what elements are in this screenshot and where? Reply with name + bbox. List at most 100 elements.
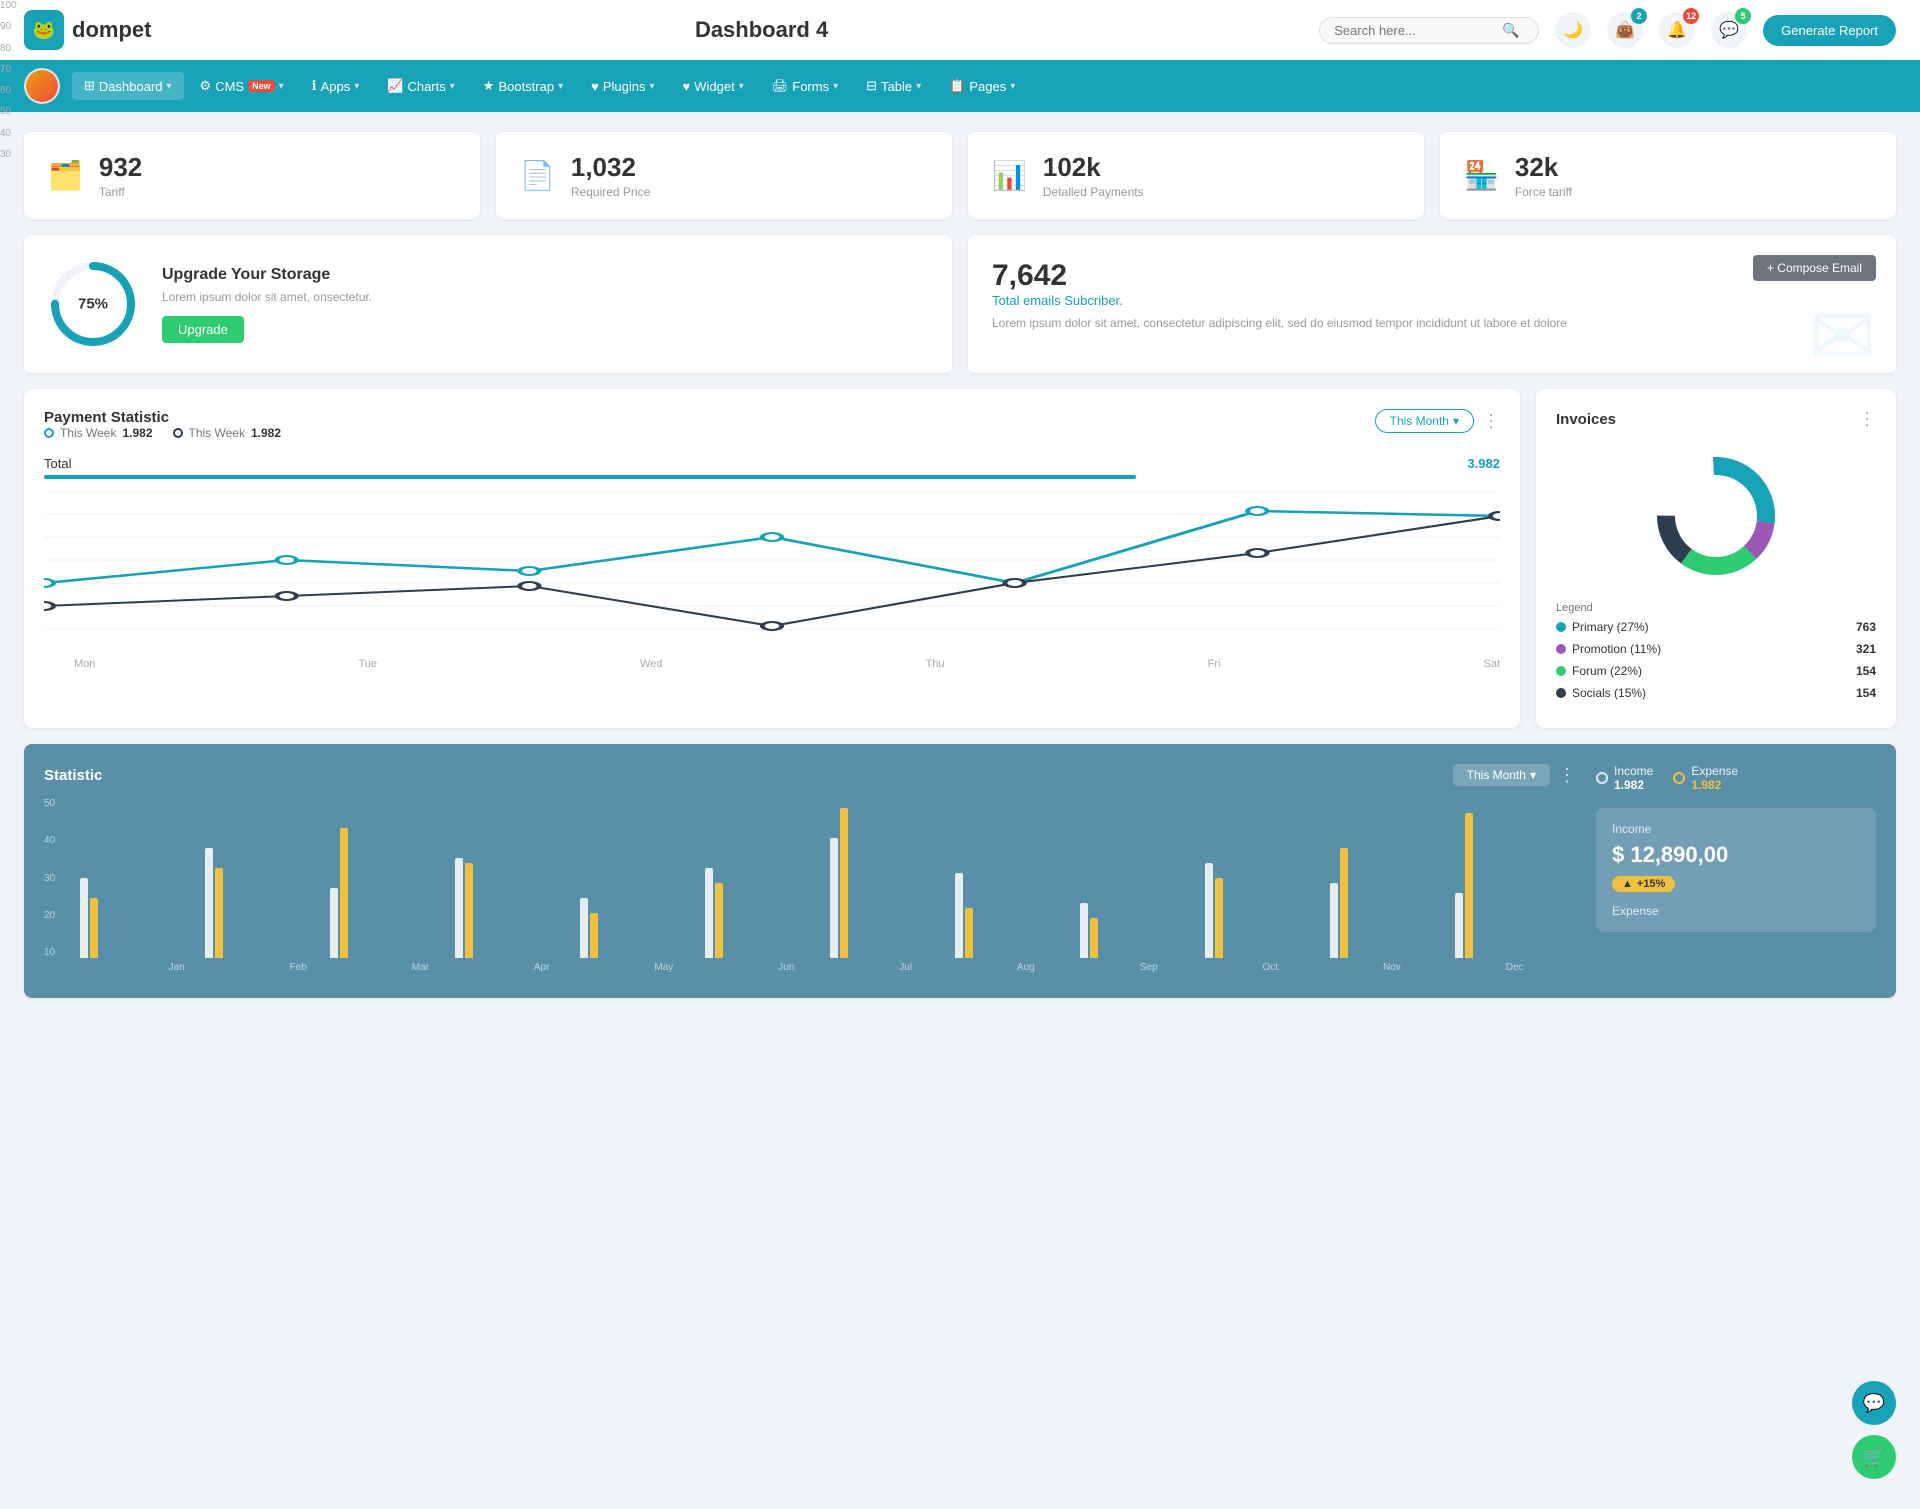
- sidebar-item-bootstrap[interactable]: ★ Bootstrap ▾: [471, 72, 575, 100]
- chat-icon[interactable]: 💬 5: [1711, 12, 1747, 48]
- invoices-more-icon[interactable]: ⋮: [1858, 409, 1876, 430]
- sidebar-item-table[interactable]: ⊟ Table ▾: [854, 72, 933, 100]
- upgrade-button[interactable]: Upgrade: [162, 316, 244, 343]
- fab-chat[interactable]: 💬: [1852, 1381, 1896, 1425]
- legend-val-1: 1.982: [251, 426, 281, 440]
- bell-icon[interactable]: 🔔 12: [1659, 12, 1695, 48]
- y-label-50: 50: [0, 106, 30, 117]
- income-label: Income: [1612, 822, 1860, 836]
- stat-y-40: 40: [44, 835, 74, 846]
- charts-arrow: ▾: [450, 81, 455, 92]
- sidebar-item-dashboard[interactable]: ⊞ Dashboard ▾: [72, 72, 184, 100]
- stat-more-icon[interactable]: ⋮: [1558, 765, 1576, 786]
- more-options-icon[interactable]: ⋮: [1482, 411, 1500, 432]
- stat-side-legend: Income 1.982 Expense 1.982: [1596, 764, 1876, 792]
- sidebar-item-apps[interactable]: ℹ Apps ▾: [300, 72, 372, 100]
- sidebar-item-pages[interactable]: 📋 Pages ▾: [937, 72, 1027, 100]
- stat-period-selector[interactable]: This Month ▾: [1453, 764, 1550, 786]
- expense-legend-value: 1.982: [1691, 778, 1738, 792]
- chart-title: Payment Statistic: [44, 409, 281, 426]
- bar-aug: [955, 873, 1076, 958]
- sidebar-item-charts[interactable]: 📈 Charts ▾: [375, 72, 467, 100]
- legend-color-primary: [1556, 622, 1566, 632]
- stat-y-20: 20: [44, 910, 74, 921]
- legend-count-primary: 763: [1856, 620, 1876, 634]
- legend-row-3: Socials (15%) 154: [1556, 686, 1876, 700]
- y-label-90: 90: [0, 21, 30, 32]
- search-input[interactable]: [1334, 23, 1494, 38]
- sidebar-item-cms[interactable]: ⚙ CMS New ▾: [188, 72, 296, 100]
- income-box: Income $ 12,890,00 ▲ +15% Expense: [1596, 808, 1876, 932]
- sidebar-item-forms[interactable]: 🖨 Forms ▾: [760, 72, 850, 100]
- pages-arrow: ▾: [1010, 81, 1015, 92]
- sidebar-item-plugins[interactable]: ♥ Plugins ▾: [579, 73, 666, 100]
- legend-row-2: Forum (22%) 154: [1556, 664, 1876, 678]
- bar-jul: [830, 808, 951, 958]
- page-title: Dashboard 4: [220, 17, 1303, 43]
- period-selector[interactable]: This Month ▾: [1375, 409, 1474, 433]
- chart-controls: This Month ▾ ⋮: [1375, 409, 1500, 433]
- search-area[interactable]: 🔍: [1319, 17, 1539, 44]
- expense-legend-item: Expense 1.982: [1673, 764, 1738, 792]
- pages-icon: 📋: [949, 78, 965, 94]
- apps-icon: ℹ: [312, 78, 317, 94]
- table-icon: ⊟: [866, 78, 877, 94]
- sidebar-item-widget[interactable]: ♥ Widget ▾: [671, 73, 756, 100]
- forms-label: Forms: [792, 79, 829, 94]
- badge-value: +15%: [1637, 878, 1665, 890]
- x-thu: Thu: [926, 658, 945, 670]
- chart-legend: This Week 1.982 This Week 1.982: [44, 426, 281, 440]
- x-mon: Mon: [74, 658, 95, 670]
- bag-badge: 2: [1631, 8, 1647, 24]
- x-tue: Tue: [358, 658, 377, 670]
- stat-card-tariff: 🗂️ 932 Tariff: [24, 132, 480, 219]
- legend-color-promotion: [1556, 644, 1566, 654]
- x-sat: Sat: [1483, 658, 1500, 670]
- moon-toggle[interactable]: 🌙: [1555, 12, 1591, 48]
- y-label-70: 70: [0, 64, 30, 75]
- tariff-label: Tariff: [99, 185, 142, 199]
- expense-dot: [1673, 772, 1685, 784]
- bar-may: [580, 898, 701, 958]
- email-count: 7,642: [992, 259, 1872, 293]
- stat-card-force-tariff: 🏪 32k Force tariff: [1440, 132, 1896, 219]
- bar-sep: [1080, 903, 1201, 958]
- stat-card-detailed-payments: 📊 102k Detalled Payments: [968, 132, 1424, 219]
- invoices-card: Invoices ⋮ Legend: [1536, 389, 1896, 728]
- email-description: Lorem ipsum dolor sit amet, consectetur …: [992, 316, 1872, 330]
- required-price-icon: 📄: [520, 159, 555, 192]
- bootstrap-arrow: ▾: [558, 81, 563, 92]
- total-value: 3.982: [1467, 456, 1500, 471]
- bar-chart-area: Statistic This Month ▾ ⋮ 50 40 30 20 10: [44, 764, 1576, 978]
- fab-container: 💬 🛒: [1852, 1381, 1896, 1479]
- table-label: Table: [881, 79, 912, 94]
- bag-icon[interactable]: 👜 2: [1607, 12, 1643, 48]
- stat-y-10: 10: [44, 947, 74, 958]
- generate-report-button[interactable]: Generate Report: [1763, 15, 1896, 46]
- period-arrow: ▾: [1453, 414, 1459, 428]
- detailed-payments-label: Detalled Payments: [1043, 185, 1144, 199]
- dashboard-arrow: ▾: [167, 81, 172, 92]
- bar-jan: [80, 878, 201, 958]
- legend-item-1: This Week 1.982: [173, 426, 282, 440]
- dashboard-label: Dashboard: [99, 79, 163, 94]
- x-may: May: [654, 962, 673, 973]
- x-apr: Apr: [534, 962, 550, 973]
- bar-jun: [705, 868, 826, 958]
- compose-email-button[interactable]: + Compose Email: [1753, 255, 1876, 281]
- pages-label: Pages: [969, 79, 1006, 94]
- y-label-100: 100: [0, 0, 30, 11]
- storage-progress: 75%: [48, 259, 138, 349]
- dashboard-icon: ⊞: [84, 78, 95, 94]
- bar-oct: [1205, 863, 1326, 958]
- storage-desc: Lorem ipsum dolor sit amet, onsectetur.: [162, 290, 372, 304]
- email-bg-icon: ✉: [1809, 290, 1876, 373]
- legend-label-primary: Primary (27%): [1572, 620, 1649, 634]
- x-nov: Nov: [1383, 962, 1401, 973]
- fab-cart[interactable]: 🛒: [1852, 1435, 1896, 1479]
- search-icon[interactable]: 🔍: [1502, 22, 1519, 39]
- stat-y-50: 50: [44, 798, 74, 809]
- income-badge: ▲ +15%: [1612, 876, 1675, 892]
- y-label-30: 30: [0, 149, 30, 160]
- x-jan: Jan: [168, 962, 184, 973]
